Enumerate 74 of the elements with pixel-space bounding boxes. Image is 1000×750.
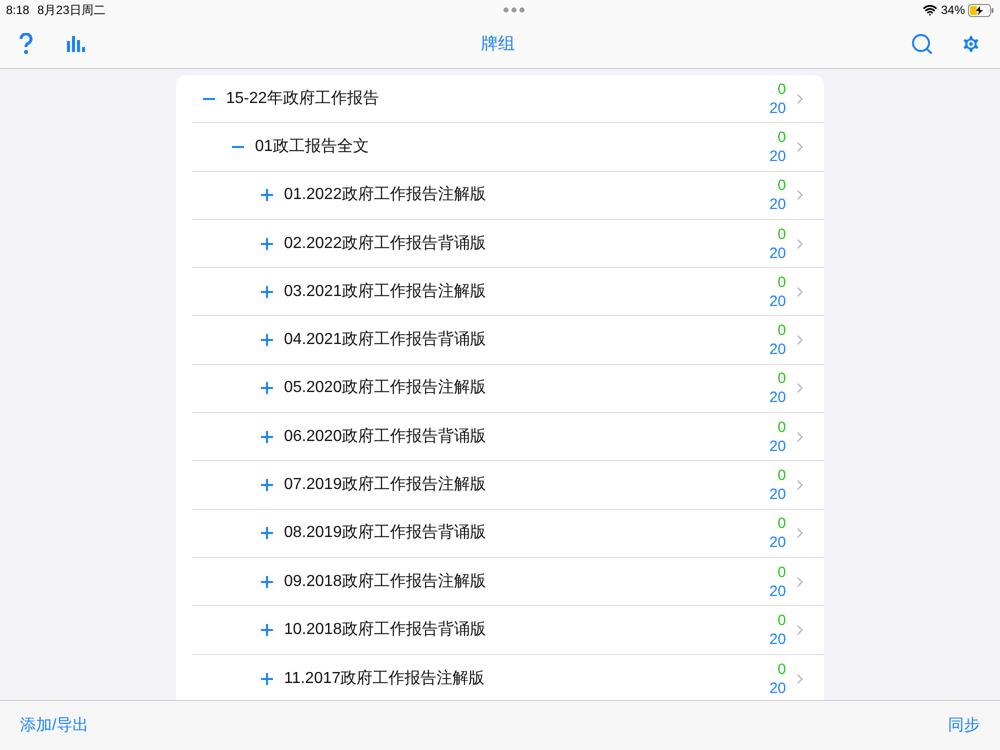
deck-row[interactable]: 07.2019政府工作报告注解版 0 20 (192, 461, 824, 510)
deck-name: 01.2022政府工作报告注解版 (284, 184, 487, 206)
deck-row[interactable]: 03.2021政府工作报告注解版 0 20 (192, 268, 824, 316)
deck-row[interactable]: 08.2019政府工作报告背诵版 0 20 (192, 510, 824, 558)
deck-name: 05.2020政府工作报告注解版 (284, 378, 487, 398)
due-count: 0 (778, 610, 786, 630)
due-count: 0 (778, 176, 786, 196)
deck-row[interactable]: 06.2020政府工作报告背诵版 0 20 (192, 413, 824, 462)
due-count: 0 (778, 272, 786, 292)
plus-icon[interactable] (260, 284, 274, 299)
due-count: 0 (778, 562, 786, 582)
deck-row[interactable]: 05.2020政府工作报告注解版 0 20 (192, 364, 824, 414)
deck-name: 03.2021政府工作报告注解版 (284, 282, 487, 302)
plus-icon[interactable] (260, 333, 274, 348)
plus-icon[interactable] (260, 381, 274, 396)
deck-row[interactable]: 15-22年政府工作报告 0 20 (192, 75, 824, 124)
total-count: 20 (769, 340, 786, 360)
deck-name: 10.2018政府工作报告背诵版 (284, 620, 487, 640)
nav-title: 牌组 (481, 33, 515, 56)
plus-icon[interactable] (260, 574, 274, 589)
total-count: 20 (769, 388, 786, 408)
due-count: 0 (778, 321, 786, 340)
due-count: 0 (778, 660, 786, 679)
plus-icon[interactable] (260, 478, 274, 492)
deck-row[interactable]: 01政工报告全文 0 20 (192, 123, 824, 172)
plus-icon[interactable] (260, 430, 274, 444)
deck-row[interactable]: 02.2022政府工作报告背诵版 0 20 (192, 220, 824, 268)
battery-percent: 34% (940, 2, 965, 19)
deck-name: 15-22年政府工作报告 (226, 88, 380, 109)
settings-icon[interactable] (960, 33, 982, 55)
deck-name: 09.2018政府工作报告注解版 (284, 572, 487, 592)
deck-row[interactable]: 04.2021政府工作报告背诵版 0 20 (192, 316, 824, 365)
status-time: 8:18 (6, 2, 30, 19)
total-count: 20 (769, 244, 786, 263)
total-count: 20 (769, 436, 786, 456)
plus-icon[interactable] (260, 526, 274, 540)
deck-row[interactable]: 10.2018政府工作报告背诵版 0 20 (192, 606, 824, 655)
deck-name: 07.2019政府工作报告注解版 (284, 474, 487, 496)
battery-charging-icon (968, 4, 994, 16)
dots-icon[interactable] (503, 7, 526, 13)
search-icon[interactable] (910, 32, 934, 56)
deck-name: 06.2020政府工作报告背诵版 (284, 426, 487, 447)
deck-name: 04.2021政府工作报告背诵版 (284, 330, 487, 350)
deck-name: 01政工报告全文 (255, 136, 370, 157)
due-count: 0 (778, 128, 786, 147)
plus-icon[interactable] (260, 236, 274, 251)
due-count: 0 (778, 80, 786, 99)
deck-name: 02.2022政府工作报告背诵版 (284, 234, 487, 254)
due-count: 0 (778, 418, 786, 437)
status-date: 8月23日周二 (37, 2, 106, 19)
deck-row[interactable]: 11.2017政府工作报告注解版 0 20 (192, 654, 824, 700)
plus-icon[interactable] (260, 188, 274, 202)
total-count: 20 (769, 533, 786, 552)
total-count: 20 (769, 582, 786, 601)
deck-row[interactable]: 09.2018政府工作报告注解版 0 20 (192, 558, 824, 606)
due-count: 0 (778, 466, 786, 486)
plus-icon[interactable] (260, 622, 274, 637)
total-count: 20 (769, 485, 786, 504)
total-count: 20 (769, 678, 786, 698)
total-count: 20 (769, 98, 786, 118)
plus-icon[interactable] (260, 672, 274, 686)
total-count: 20 (769, 630, 786, 649)
bar-chart-icon[interactable] (66, 35, 86, 53)
deck-name: 08.2019政府工作报告背诵版 (284, 522, 487, 544)
total-count: 20 (769, 146, 786, 166)
due-count: 0 (778, 224, 786, 244)
total-count: 20 (769, 195, 786, 214)
deck-name: 11.2017政府工作报告注解版 (284, 668, 486, 689)
question-mark-icon[interactable] (18, 33, 34, 55)
due-count: 0 (778, 514, 786, 534)
total-count: 20 (769, 292, 786, 311)
due-count: 0 (778, 369, 786, 388)
wifi-icon (922, 3, 937, 17)
deck-row[interactable]: 01.2022政府工作报告注解版 0 20 (192, 172, 824, 220)
